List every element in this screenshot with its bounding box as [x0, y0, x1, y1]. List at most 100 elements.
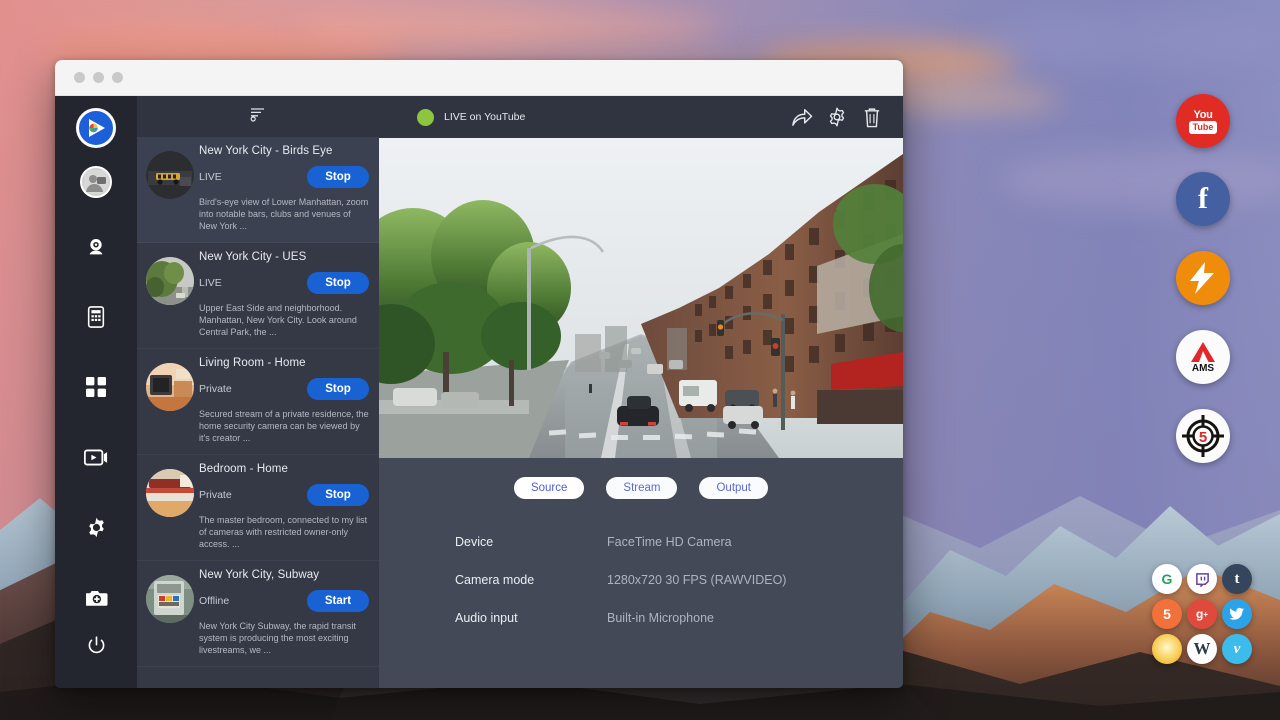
sidebar-item-user-avatar[interactable] — [80, 166, 112, 198]
camera-status: LIVE — [199, 277, 222, 289]
gear-icon — [86, 517, 107, 538]
sidebar-item-device[interactable] — [75, 296, 117, 338]
camera-status: Private — [199, 489, 232, 501]
power-icon — [87, 636, 106, 655]
dock-icon-wordpress[interactable]: W — [1187, 634, 1217, 664]
cloud-decoration — [300, 8, 720, 48]
share-button[interactable] — [787, 102, 817, 132]
dock-icon-wowza[interactable] — [1176, 251, 1230, 305]
camera-status: Private — [199, 383, 232, 395]
window-maximize-button[interactable] — [112, 72, 123, 83]
lightning-bolt-icon — [1183, 258, 1223, 298]
sidebar-rail — [55, 96, 137, 688]
sidebar-item-app-logo[interactable] — [76, 108, 116, 148]
delete-button[interactable] — [857, 102, 887, 132]
sidebar-item-dashboard[interactable] — [75, 366, 117, 408]
thumb-birds-eye — [146, 151, 194, 199]
sidebar-item-add-camera[interactable] — [75, 576, 117, 618]
info-row: Device FaceTime HD Camera — [455, 535, 903, 549]
dock-icon-gumroad[interactable]: G — [1152, 564, 1182, 594]
sidebar-item-player[interactable] — [75, 436, 117, 478]
info-label: Device — [455, 535, 607, 549]
dock-icon-glow[interactable] — [1152, 634, 1182, 664]
sidebar-item-cameras[interactable] — [75, 226, 117, 268]
camera-description: The master bedroom, connected to my list… — [199, 514, 369, 550]
info-value: FaceTime HD Camera — [607, 535, 732, 549]
camera-action-button[interactable]: Stop — [307, 378, 369, 400]
camera-action-button[interactable]: Stop — [307, 484, 369, 506]
sort-filter-icon[interactable] — [249, 105, 267, 128]
camera-list-column: New York City - Birds Eye LIVE Stop Bird… — [137, 96, 379, 688]
camera-title: New York City, Subway — [199, 569, 369, 581]
live-status-dot — [417, 109, 434, 126]
settings-tabs: Source Stream Output — [379, 458, 903, 499]
svg-text:5: 5 — [1199, 429, 1207, 446]
main-toolbar: LIVE on YouTube — [379, 96, 903, 138]
sidebar-item-settings[interactable] — [75, 506, 117, 548]
toolbar-settings-button[interactable] — [822, 102, 852, 132]
cloud-decoration — [980, 10, 1280, 70]
camera-description: Bird's-eye view of Lower Manhattan, zoom… — [199, 196, 369, 232]
tab-stream[interactable]: Stream — [606, 477, 677, 499]
avatar-icon — [84, 170, 108, 194]
camera-title: New York City - Birds Eye — [199, 145, 369, 157]
window-titlebar — [55, 60, 903, 96]
camera-status-row: Private Stop — [199, 484, 369, 506]
camera-action-button[interactable]: Stop — [307, 272, 369, 294]
camera-description: Secured stream of a private residence, t… — [199, 408, 369, 444]
camera-title: New York City - UES — [199, 251, 369, 263]
camera-status: LIVE — [199, 171, 222, 183]
window-close-button[interactable] — [74, 72, 85, 83]
dock-icon-tumblr[interactable]: t — [1222, 564, 1252, 594]
grid-icon — [86, 377, 106, 397]
camera-status-row: Private Stop — [199, 378, 369, 400]
dock-icon-target-five[interactable]: 5 — [1176, 409, 1230, 463]
thumb-ues — [146, 257, 194, 305]
thumb-subway — [146, 575, 194, 623]
dock-icon-google-plus[interactable]: g+ — [1187, 599, 1217, 629]
info-value: 1280x720 30 FPS (RAWVIDEO) — [607, 573, 786, 587]
sidebar-item-power[interactable] — [75, 624, 117, 666]
dock-cluster: G t 5 g+ W v — [1152, 564, 1256, 669]
adobe-ams-label: AMS — [1192, 364, 1214, 374]
camera-list-item[interactable]: New York City, Subway Offline Start New … — [137, 561, 379, 667]
camera-description: New York City Subway, the rapid transit … — [199, 620, 369, 656]
dock-youtube-tube: Tube — [1189, 121, 1218, 134]
camera-list-item[interactable]: New York City - Birds Eye LIVE Stop Bird… — [137, 137, 379, 243]
window-body: New York City - Birds Eye LIVE Stop Bird… — [55, 96, 903, 688]
dock-icon-twitch[interactable] — [1187, 564, 1217, 594]
info-row: Camera mode 1280x720 30 FPS (RAWVIDEO) — [455, 573, 903, 587]
info-label: Camera mode — [455, 573, 607, 587]
video-frame-nyc-street — [379, 138, 903, 458]
trash-icon — [863, 107, 881, 128]
webcam-icon — [85, 236, 107, 258]
dock-youtube-you: You — [1193, 109, 1212, 121]
camera-thumbnail — [146, 469, 194, 517]
camera-action-button[interactable]: Stop — [307, 166, 369, 188]
camera-list-item[interactable]: New York City - UES LIVE Stop Upper East… — [137, 243, 379, 349]
dock-icon-facebook[interactable]: f — [1176, 172, 1230, 226]
dock-icon-youtube[interactable]: You Tube — [1176, 94, 1230, 148]
live-status-label: LIVE on YouTube — [444, 111, 525, 123]
camera-list-item[interactable]: Bedroom - Home Private Stop The master b… — [137, 455, 379, 561]
camera-status: Offline — [199, 595, 229, 607]
camera-thumbnail — [146, 363, 194, 411]
tab-source[interactable]: Source — [514, 477, 584, 499]
tab-output[interactable]: Output — [699, 477, 768, 499]
window-minimize-button[interactable] — [93, 72, 104, 83]
dock-icon-five[interactable]: 5 — [1152, 599, 1182, 629]
mobile-device-icon — [86, 306, 106, 328]
facebook-f-glyph: f — [1198, 184, 1208, 214]
main-panel: LIVE on YouTube — [379, 96, 903, 688]
camera-list-item[interactable]: Living Room - Home Private Stop Secured … — [137, 349, 379, 455]
adobe-a-icon — [1190, 341, 1216, 363]
video-player-icon — [84, 448, 108, 467]
dock-icon-twitter[interactable] — [1222, 599, 1252, 629]
add-camera-button[interactable]: + Add Camera — [137, 667, 379, 688]
camera-description: Upper East Side and neighborhood. Manhat… — [199, 302, 369, 338]
camera-action-button[interactable]: Start — [307, 590, 369, 612]
dock-icon-adobe-ams[interactable]: AMS — [1176, 330, 1230, 384]
dock-icon-vimeo[interactable]: v — [1222, 634, 1252, 664]
thumb-bedroom — [146, 469, 194, 517]
video-preview[interactable] — [379, 138, 903, 458]
